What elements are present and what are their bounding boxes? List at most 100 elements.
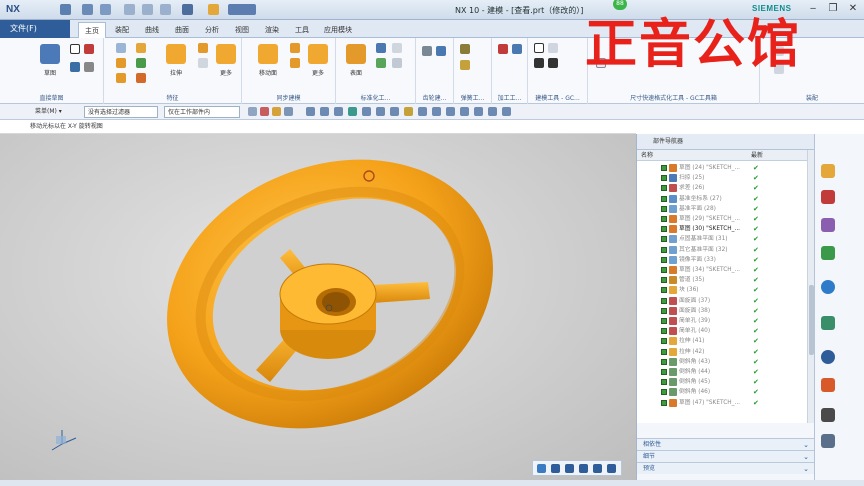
machining-icon[interactable]	[498, 44, 508, 54]
tree-row[interactable]: 点固基准平面 (31) ✔	[637, 234, 807, 244]
part-navigator-icon[interactable]	[821, 164, 835, 178]
visibility-checkbox[interactable]	[661, 307, 667, 314]
shell-icon[interactable]	[198, 43, 208, 53]
tree-row[interactable]: 基准坐标系 (27) ✔	[637, 194, 807, 204]
tab-render[interactable]: 渲染	[258, 22, 286, 38]
gear-tools-icon[interactable]	[436, 46, 446, 56]
assembly-navigator-icon[interactable]	[821, 190, 835, 204]
tab-applications[interactable]: 应用模块	[318, 22, 358, 38]
web-browser-icon[interactable]	[821, 280, 835, 294]
visibility-checkbox[interactable]	[661, 297, 667, 304]
tree-row[interactable]: 求差 (26) ✔	[637, 183, 807, 193]
grid-icon[interactable]	[376, 58, 386, 68]
tree-row[interactable]: 简单孔 (40) ✔	[637, 326, 807, 336]
visibility-checkbox[interactable]	[661, 287, 667, 294]
intersection-icon[interactable]	[418, 107, 427, 116]
tree-row[interactable]: 倒斜角 (43) ✔	[637, 357, 807, 367]
point-icon[interactable]	[362, 107, 371, 116]
spring-tool-icon[interactable]	[460, 60, 470, 70]
center-icon[interactable]	[551, 464, 560, 473]
visibility-checkbox[interactable]	[661, 318, 667, 324]
visibility-checkbox[interactable]	[661, 165, 667, 171]
revolve-icon[interactable]	[136, 58, 146, 68]
gear-icon[interactable]	[422, 46, 432, 56]
datum-plane-icon[interactable]	[116, 43, 126, 53]
fit-icon[interactable]	[348, 107, 357, 116]
tree-row[interactable]: 草图 (47) "SKETCH_... ✔	[637, 398, 807, 408]
rotate-icon[interactable]	[320, 107, 329, 116]
tab-analysis[interactable]: 分析	[198, 22, 226, 38]
visibility-checkbox[interactable]	[661, 236, 667, 243]
col-name[interactable]: 名称	[641, 150, 653, 161]
tree-row[interactable]: 倒斜角 (45) ✔	[637, 377, 807, 387]
snap-icon[interactable]	[306, 107, 315, 116]
surface-icon[interactable]	[346, 44, 366, 64]
extrude-small-icon[interactable]	[136, 43, 146, 53]
tree-row[interactable]: 草图 (30) "SKETCH_... ✔	[637, 224, 807, 234]
tree-row[interactable]: 倒斜角 (46) ✔	[637, 387, 807, 397]
boss-icon[interactable]	[116, 73, 126, 83]
visibility-checkbox[interactable]	[661, 379, 667, 386]
visibility-checkbox[interactable]	[661, 399, 667, 406]
redo-icon[interactable]	[100, 4, 111, 15]
rectangle-icon[interactable]	[70, 44, 80, 54]
scope-dropdown[interactable]: 仅在工作部件内	[164, 106, 240, 118]
extrude-button-label[interactable]: 拉伸	[158, 68, 194, 77]
graphics-viewport[interactable]	[0, 134, 636, 480]
reuse-library-icon[interactable]	[821, 246, 835, 260]
hole-icon[interactable]	[116, 58, 126, 68]
extrude-icon[interactable]	[166, 44, 186, 64]
filter-icon[interactable]	[272, 107, 281, 116]
offset-region-icon[interactable]	[290, 58, 300, 68]
point-on-face-icon[interactable]	[502, 107, 511, 116]
sketch-button-label[interactable]: 草图	[32, 68, 68, 77]
tab-view[interactable]: 视图	[228, 22, 256, 38]
chamfer-icon[interactable]	[198, 58, 208, 68]
tree-row[interactable]: 草图 (24) "SKETCH_... ✔	[637, 163, 807, 173]
moon-icon[interactable]	[565, 464, 574, 473]
system-materials-icon[interactable]	[821, 378, 835, 392]
tree-row[interactable]: 拉伸 (42) ✔	[637, 347, 807, 357]
tab-tools[interactable]: 工具	[288, 22, 316, 38]
tree-row[interactable]: 面旋面 (38) ✔	[637, 306, 807, 316]
tree-row[interactable]: 草图 (34) "SKETCH_... ✔	[637, 265, 807, 275]
text-icon[interactable]	[534, 58, 544, 68]
tree-row[interactable]: 镜像平面 (33) ✔	[637, 255, 807, 265]
line-icon[interactable]	[84, 44, 94, 54]
section-details[interactable]: 细节 ⌄	[637, 450, 815, 462]
handwheel-model[interactable]	[0, 134, 636, 480]
tree-row[interactable]: 拉伸 (41) ✔	[637, 336, 807, 346]
undo-icon[interactable]	[82, 4, 93, 15]
tree-row[interactable]: 块 (36) ✔	[637, 285, 807, 295]
menu-button[interactable]: 菜单(M) ▾	[32, 106, 78, 118]
more-feature-icon[interactable]	[216, 44, 236, 64]
visibility-checkbox[interactable]	[661, 246, 667, 253]
tab-assembly[interactable]: 装配	[108, 22, 136, 38]
circle-icon[interactable]	[84, 62, 94, 72]
tree-row[interactable]: 面旋面 (37) ✔	[637, 296, 807, 306]
visibility-checkbox[interactable]	[661, 226, 667, 233]
tree-row[interactable]: 管道 (35) ✔	[637, 275, 807, 285]
history-icon[interactable]	[821, 316, 835, 330]
visibility-checkbox[interactable]	[661, 328, 667, 335]
triangle-icon[interactable]	[534, 43, 544, 53]
visibility-checkbox[interactable]	[661, 216, 667, 222]
settings-view-icon[interactable]	[607, 464, 616, 473]
save-icon[interactable]	[60, 4, 71, 15]
control-point-icon[interactable]	[404, 107, 413, 116]
tree-row[interactable]: 扫掠 (25) ✔	[637, 173, 807, 183]
repeat-command-icon[interactable]	[208, 4, 219, 15]
display-icon[interactable]	[593, 464, 602, 473]
surface-label[interactable]: 表面	[338, 68, 374, 77]
select-icon[interactable]	[248, 107, 257, 116]
section-dependencies[interactable]: 相依性 ⌄	[637, 438, 815, 450]
pattern-icon[interactable]	[392, 58, 402, 68]
cut-icon[interactable]	[124, 4, 135, 15]
datum-csys-icon[interactable]	[376, 43, 386, 53]
tab-surface[interactable]: 曲面	[168, 22, 196, 38]
move-face-label[interactable]: 移动面	[250, 68, 286, 77]
more-sync-label[interactable]: 更多	[300, 68, 336, 77]
tree-row[interactable]: 草图 (29) "SKETCH_... ✔	[637, 214, 807, 224]
minimize-icon[interactable]: ‒	[806, 2, 820, 15]
end-point-icon[interactable]	[376, 107, 385, 116]
